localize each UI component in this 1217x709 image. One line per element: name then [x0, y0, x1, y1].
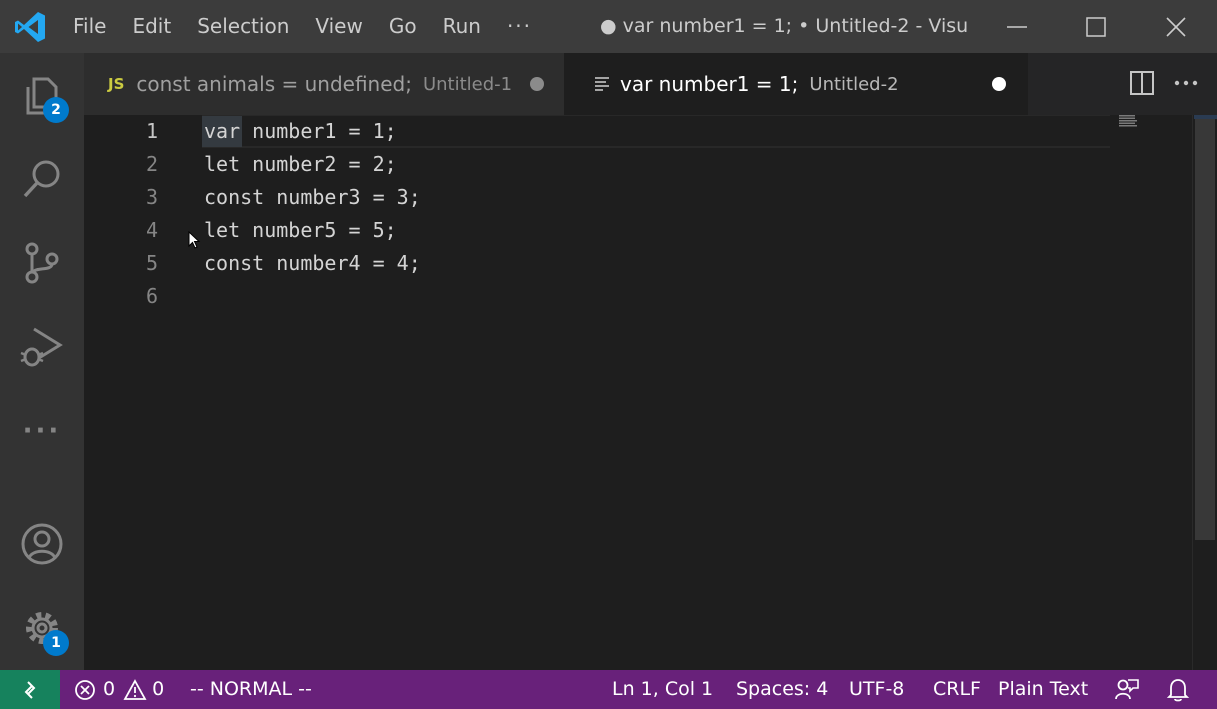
- vertical-scrollbar[interactable]: [1192, 115, 1217, 670]
- tab-untitled-1[interactable]: JS const animals = undefined; Untitled-1: [84, 53, 564, 115]
- menu-go[interactable]: Go: [376, 0, 430, 53]
- minimize-button[interactable]: [977, 0, 1057, 53]
- notifications-button[interactable]: [1166, 670, 1190, 709]
- search-icon: [23, 160, 60, 198]
- accounts-button[interactable]: [0, 502, 84, 586]
- ellipsis-icon: ···: [22, 416, 62, 446]
- mouse-cursor-icon: [188, 231, 201, 249]
- menu-more[interactable]: ···: [494, 0, 545, 53]
- line-number: 2: [145, 152, 158, 176]
- end-of-line[interactable]: CRLF: [933, 670, 981, 709]
- editor-actions: [1107, 53, 1217, 115]
- more-views-button[interactable]: ···: [0, 389, 84, 473]
- unsaved-dot-icon[interactable]: [992, 77, 1006, 91]
- activity-bar: 2 ··· 1: [0, 53, 84, 670]
- bell-icon: [1166, 678, 1190, 701]
- error-icon: [75, 679, 95, 700]
- warning-count: 0: [152, 678, 165, 700]
- scroll-position-indicator: [1194, 115, 1217, 119]
- language-mode[interactable]: Plain Text: [998, 670, 1088, 709]
- warning-icon: [123, 678, 147, 700]
- close-icon: [1166, 16, 1186, 37]
- line-number: 4: [145, 218, 158, 242]
- menu-view[interactable]: View: [302, 0, 375, 53]
- tab-title: var number1 = 1;: [620, 72, 799, 96]
- code-line[interactable]: let number5 = 5;: [204, 214, 397, 247]
- maximize-button[interactable]: [1056, 0, 1136, 53]
- menu-bar: File Edit Selection View Go Run ···: [60, 0, 545, 53]
- account-icon: [21, 523, 63, 565]
- remote-indicator-button[interactable]: [0, 670, 60, 709]
- feedback-button[interactable]: [1114, 670, 1140, 709]
- code-line[interactable]: let number2 = 2;: [204, 148, 397, 181]
- run-debug-icon: [20, 327, 63, 367]
- search-button[interactable]: [0, 137, 84, 221]
- tab-bar: JS const animals = undefined; Untitled-1…: [84, 53, 1217, 115]
- feedback-icon: [1115, 678, 1139, 699]
- indentation[interactable]: Spaces: 4: [736, 670, 828, 709]
- settings-badge: 1: [43, 630, 69, 656]
- minimize-icon: [1007, 25, 1027, 28]
- vim-mode: -- NORMAL --: [190, 678, 312, 700]
- explorer-badge: 2: [43, 97, 69, 123]
- menu-file[interactable]: File: [60, 0, 119, 53]
- cursor-position[interactable]: Ln 1, Col 1: [612, 670, 713, 709]
- source-control-button[interactable]: [0, 221, 84, 305]
- window-title: ● var number1 = 1; • Untitled-2 - Visu..…: [600, 15, 970, 37]
- code-line[interactable]: const number3 = 3;: [204, 181, 421, 214]
- code-line[interactable]: var number1 = 1;: [204, 115, 397, 148]
- encoding[interactable]: UTF-8: [849, 670, 904, 709]
- explorer-button[interactable]: 2: [0, 53, 84, 137]
- menu-selection[interactable]: Selection: [184, 0, 302, 53]
- menu-run[interactable]: Run: [430, 0, 494, 53]
- line-number: 1: [145, 119, 158, 143]
- manage-button[interactable]: 1: [0, 586, 84, 670]
- remote-icon: [24, 680, 36, 699]
- tab-description: Untitled-1: [422, 73, 513, 95]
- source-control-icon: [25, 242, 59, 284]
- run-debug-button[interactable]: [0, 305, 84, 389]
- code-editor[interactable]: 1 2 3 4 5 6 var number1 = 1; let number2…: [84, 115, 1217, 670]
- menu-edit[interactable]: Edit: [119, 0, 184, 53]
- tab-untitled-2[interactable]: var number1 = 1; Untitled-2: [564, 53, 1028, 115]
- line-number: 3: [145, 185, 158, 209]
- status-bar: 0 0 -- NORMAL -- Ln 1, Col 1 Spaces: 4 U…: [0, 670, 1217, 709]
- more-actions-icon[interactable]: [1173, 70, 1199, 96]
- vscode-logo-icon[interactable]: [0, 0, 60, 53]
- maximize-icon: [1086, 16, 1106, 37]
- close-window-button[interactable]: [1136, 0, 1216, 53]
- unsaved-dot-icon[interactable]: [530, 77, 544, 91]
- title-bar: File Edit Selection View Go Run ··· ● va…: [0, 0, 1217, 53]
- minimap[interactable]: [1118, 115, 1194, 670]
- scrollbar-thumb[interactable]: [1195, 115, 1215, 540]
- error-count: 0: [103, 678, 116, 700]
- code-line[interactable]: const number4 = 4;: [204, 247, 421, 280]
- split-editor-icon[interactable]: [1129, 70, 1155, 96]
- line-number: 5: [145, 251, 158, 275]
- line-number: 6: [145, 284, 158, 308]
- text-file-icon: [595, 77, 609, 91]
- problems-button[interactable]: 0 0: [74, 670, 164, 709]
- minimap-preview: [1119, 115, 1137, 127]
- javascript-file-icon: JS: [108, 75, 125, 93]
- tab-title: const animals = undefined;: [136, 72, 412, 96]
- tab-description: Untitled-2: [809, 73, 899, 95]
